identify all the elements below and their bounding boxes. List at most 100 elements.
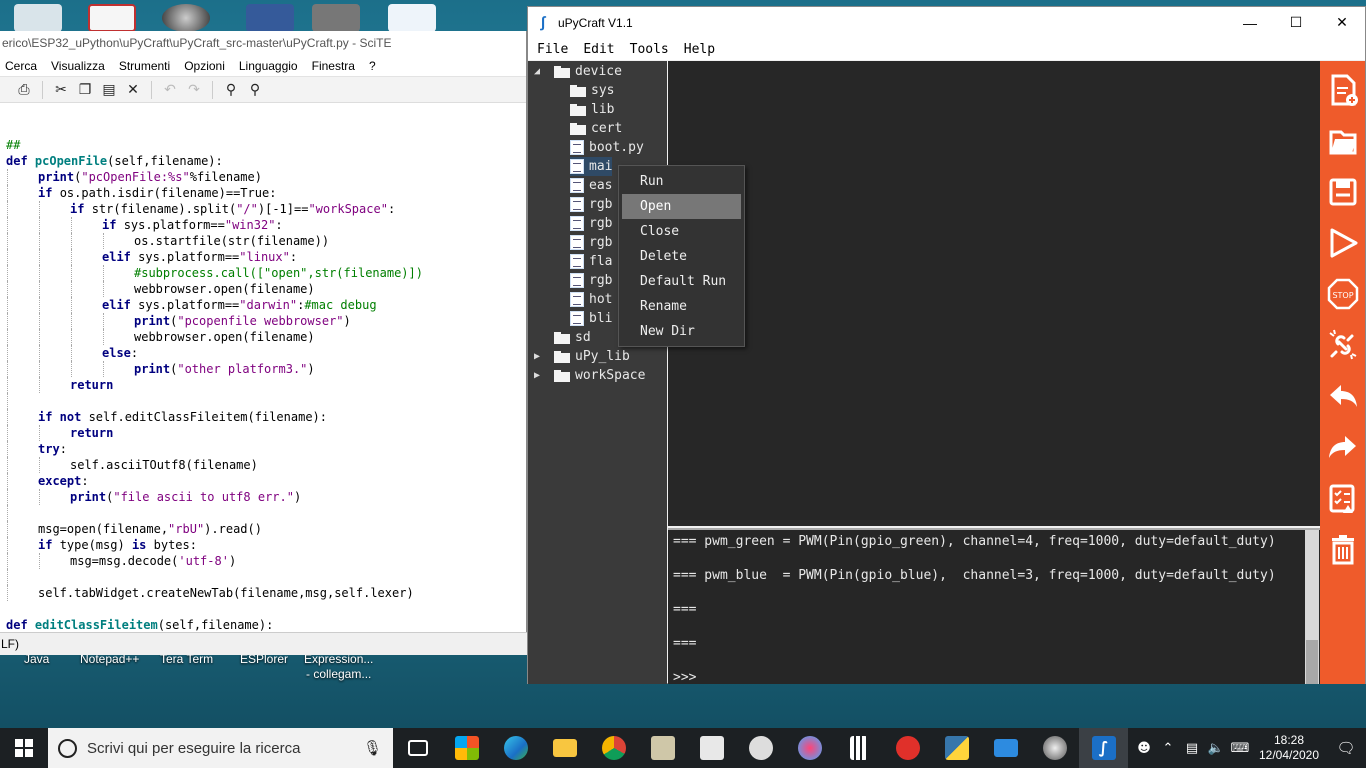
tree-folder[interactable]: ▶ workSpace <box>534 366 645 385</box>
menu-visualizza[interactable]: Visualizza <box>51 59 105 73</box>
paint-icon[interactable] <box>785 728 834 768</box>
menu-cerca[interactable]: Cerca <box>5 59 37 73</box>
menu-help[interactable]: Help <box>684 42 715 57</box>
tree-file[interactable]: boot.py <box>570 138 644 157</box>
context-menu-item-delete[interactable]: Delete <box>622 244 741 269</box>
tree-file[interactable]: rgb <box>570 214 612 233</box>
find-icon[interactable]: ⚲ <box>221 80 241 100</box>
app-icon[interactable] <box>1030 728 1079 768</box>
redo-icon[interactable]: ↷ <box>184 80 204 100</box>
app-icon[interactable] <box>736 728 785 768</box>
edge-icon[interactable] <box>491 728 540 768</box>
tree-file[interactable]: rgb <box>570 233 612 252</box>
app-icon[interactable] <box>638 728 687 768</box>
delete-icon[interactable]: ✕ <box>123 80 143 100</box>
open-file-icon[interactable] <box>1324 120 1362 162</box>
menu-linguaggio[interactable]: Linguaggio <box>239 59 298 73</box>
context-menu-item-open[interactable]: Open <box>622 194 741 219</box>
paste-icon[interactable]: ▤ <box>99 80 119 100</box>
tree-folder[interactable]: sd <box>534 328 591 347</box>
editor-area[interactable] <box>668 61 1320 526</box>
tree-item-label: sys <box>591 83 615 98</box>
python-icon[interactable] <box>932 728 981 768</box>
console-scrollbar[interactable] <box>1305 530 1319 684</box>
taskbar-search[interactable]: Scrivi qui per eseguire la ricerca 🎙 <box>48 728 393 768</box>
menu-tools[interactable]: Tools <box>630 42 669 57</box>
desktop-app-icon[interactable] <box>388 4 436 32</box>
task-view-icon[interactable] <box>393 728 442 768</box>
desktop-icon-label[interactable]: Expression... - collegam... <box>304 652 373 682</box>
tree-file[interactable]: eas <box>570 176 612 195</box>
save-icon[interactable] <box>1324 171 1362 213</box>
menu-help[interactable]: ? <box>369 59 376 73</box>
tree-file[interactable]: bli <box>570 309 612 328</box>
context-menu-item-new-dir[interactable]: New Dir <box>622 319 741 344</box>
syntax-check-icon[interactable] <box>1324 477 1362 519</box>
menu-file[interactable]: File <box>537 42 568 57</box>
menu-finestra[interactable]: Finestra <box>312 59 355 73</box>
chrome-icon[interactable] <box>589 728 638 768</box>
desktop-app-icon[interactable] <box>162 4 210 32</box>
tree-folder[interactable]: cert <box>570 119 622 138</box>
chevron-up-icon[interactable]: ⌃ <box>1156 741 1180 756</box>
context-menu-item-rename[interactable]: Rename <box>622 294 741 319</box>
cut-icon[interactable]: ✂ <box>51 80 71 100</box>
undo-icon[interactable]: ↶ <box>160 80 180 100</box>
language-icon[interactable]: ⌨ <box>1228 741 1252 756</box>
minimize-button[interactable]: — <box>1227 7 1273 38</box>
tree-file[interactable]: rgb <box>570 195 612 214</box>
menu-strumenti[interactable]: Strumenti <box>119 59 170 73</box>
expand-closed-icon[interactable]: ▶ <box>534 366 546 385</box>
tree-file[interactable]: fla <box>570 252 612 271</box>
download-run-icon[interactable] <box>1324 222 1362 264</box>
tree-folder[interactable]: ◢ device <box>534 62 622 81</box>
volume-icon[interactable]: 🔈 <box>1204 741 1228 756</box>
context-menu-item-close[interactable]: Close <box>622 219 741 244</box>
tree-folder[interactable]: ▶ uPy_lib <box>534 347 630 366</box>
calculator-icon[interactable] <box>834 728 883 768</box>
mail-icon[interactable] <box>981 728 1030 768</box>
store-icon[interactable] <box>442 728 491 768</box>
microphone-icon[interactable]: 🎙 <box>363 739 393 757</box>
clock[interactable]: 18:28 12/04/2020 <box>1252 733 1326 763</box>
people-icon[interactable]: ☻ <box>1132 741 1156 756</box>
desktop-app-icon[interactable] <box>246 4 294 32</box>
desktop-app-icon[interactable] <box>88 4 136 32</box>
copy-icon[interactable]: ❐ <box>75 80 95 100</box>
app-icon[interactable] <box>883 728 932 768</box>
repl-console[interactable]: === pwm_green = PWM(Pin(gpio_green), cha… <box>668 528 1320 684</box>
close-button[interactable]: ✕ <box>1319 7 1365 38</box>
start-button[interactable] <box>0 728 48 768</box>
maximize-button[interactable]: ☐ <box>1273 7 1319 38</box>
code-text: else: <box>0 346 138 360</box>
replace-icon[interactable]: ⚲ <box>245 80 265 100</box>
tree-file[interactable]: mai <box>570 157 613 176</box>
recycle-bin-icon[interactable] <box>14 4 62 32</box>
clear-icon[interactable] <box>1324 528 1362 570</box>
menu-opzioni[interactable]: Opzioni <box>184 59 225 73</box>
stop-icon[interactable]: STOP <box>1324 273 1362 315</box>
redo-icon[interactable] <box>1324 426 1362 468</box>
tree-folder[interactable]: sys <box>570 81 614 100</box>
code-editor[interactable]: ## def pcOpenFile(self,filename): print("p… <box>0 105 527 632</box>
context-menu-item-run[interactable]: Run <box>622 169 741 194</box>
notification-icon[interactable]: 🗨 <box>1326 739 1366 757</box>
tree-folder[interactable]: lib <box>570 100 614 119</box>
app-icon[interactable] <box>687 728 736 768</box>
code-token: if <box>38 186 60 200</box>
tree-file[interactable]: rgb <box>570 271 612 290</box>
undo-icon[interactable] <box>1324 375 1362 417</box>
connect-icon[interactable] <box>1324 324 1362 366</box>
file-explorer-icon[interactable] <box>540 728 589 768</box>
print-icon[interactable]: ⎙ <box>14 80 34 100</box>
scrollbar-thumb[interactable] <box>1306 640 1318 684</box>
network-icon[interactable]: ▤ <box>1180 741 1204 756</box>
tree-file[interactable]: hot <box>570 290 612 309</box>
upycraft-taskbar-icon[interactable]: ∫ <box>1079 728 1128 768</box>
context-menu-item-default-run[interactable]: Default Run <box>622 269 741 294</box>
desktop-app-icon[interactable] <box>312 4 360 32</box>
menu-edit[interactable]: Edit <box>583 42 614 57</box>
expand-open-icon[interactable]: ◢ <box>534 62 546 81</box>
new-file-icon[interactable] <box>1324 69 1362 111</box>
expand-closed-icon[interactable]: ▶ <box>534 347 546 366</box>
